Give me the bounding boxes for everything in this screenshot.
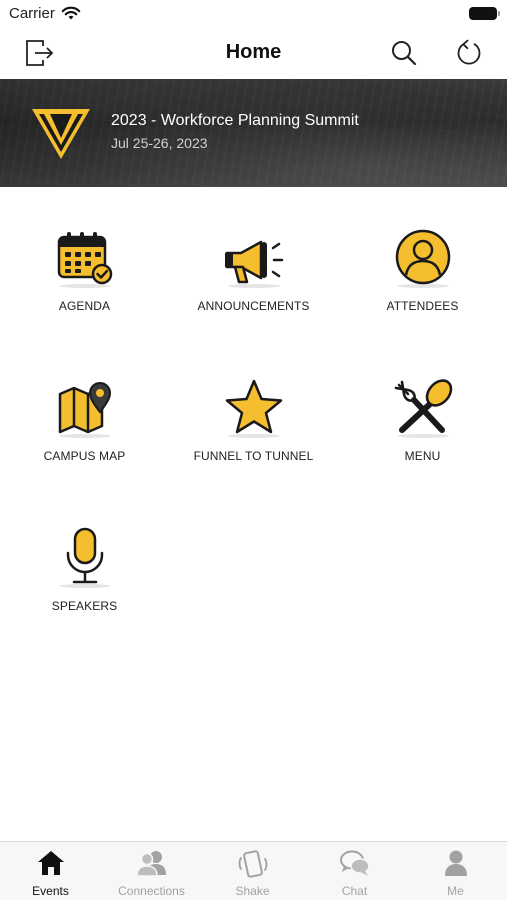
user-icon	[444, 850, 467, 876]
tab-connections[interactable]: Connections	[101, 842, 202, 900]
refresh-button[interactable]	[452, 36, 486, 70]
search-button[interactable]	[387, 36, 421, 70]
person-icon	[395, 229, 450, 285]
tab-label: Shake	[235, 884, 270, 898]
home-icon	[37, 851, 64, 875]
tile-agenda[interactable]: AGENDA	[0, 214, 169, 334]
carrier-label: Carrier	[9, 5, 55, 22]
tile-campus-map[interactable]: CAMPUS MAP	[0, 364, 169, 484]
map-icon	[58, 382, 111, 434]
tab-label: Connections	[118, 884, 185, 898]
page-title: Home	[225, 41, 282, 63]
tab-label: Chat	[341, 884, 368, 898]
phone-shake-icon	[238, 850, 267, 878]
megaphone-icon	[224, 240, 283, 284]
tab-shake[interactable]: Shake	[202, 842, 303, 900]
status-bar: Carrier	[0, 0, 507, 30]
microphone-icon	[66, 527, 103, 584]
tab-chat[interactable]: Chat	[304, 842, 405, 900]
tile-funnel-to-tunnel[interactable]: FUNNEL TO TUNNEL	[169, 364, 338, 484]
tile-label: CAMPUS MAP	[43, 449, 126, 463]
people-icon	[135, 851, 166, 877]
wifi-icon	[61, 6, 81, 20]
tile-menu[interactable]: MENU	[338, 364, 507, 484]
tile-label: ANNOUNCEMENTS	[197, 299, 310, 313]
tile-speakers[interactable]: SPEAKERS	[0, 514, 169, 634]
tile-label: MENU	[404, 449, 441, 463]
tile-attendees[interactable]: ATTENDEES	[338, 214, 507, 334]
tile-announcements[interactable]: ANNOUNCEMENTS	[169, 214, 338, 334]
tab-events[interactable]: Events	[0, 842, 101, 900]
tile-label: FUNNEL TO TUNNEL	[193, 449, 314, 463]
tab-me[interactable]: Me	[405, 842, 506, 900]
refresh-icon	[457, 39, 481, 65]
event-title: 2023 - Workforce Planning Summit	[111, 112, 359, 129]
tile-label: ATTENDEES	[386, 299, 459, 313]
tile-label: SPEAKERS	[51, 599, 118, 613]
tile-label: AGENDA	[58, 299, 111, 313]
chat-bubbles-icon	[339, 850, 370, 876]
event-date: Jul 25-26, 2023	[111, 135, 208, 151]
fork-spoon-icon	[394, 379, 452, 433]
tab-label: Events	[32, 884, 69, 898]
tab-bar: Events Connections Shake Chat Me	[0, 841, 507, 900]
star-icon	[225, 379, 282, 434]
search-icon	[392, 41, 417, 66]
tab-label: Me	[447, 884, 464, 898]
nav-bar: Home	[0, 30, 507, 78]
event-logo-icon	[32, 109, 90, 159]
calendar-icon	[57, 232, 112, 285]
battery-icon	[469, 7, 500, 20]
event-banner[interactable]: 2023 - Workforce Planning Summit Jul 25-…	[0, 79, 507, 187]
